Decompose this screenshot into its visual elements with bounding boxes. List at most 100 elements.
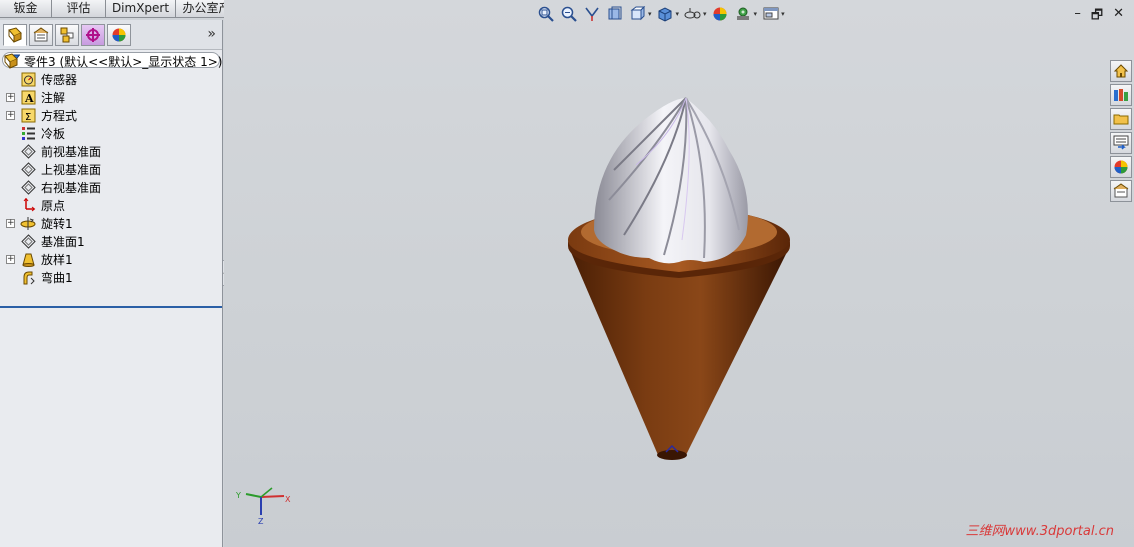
tree-item-label: 右视基准面 bbox=[41, 180, 102, 195]
plane-icon bbox=[20, 161, 36, 177]
tab-sheet-metal[interactable]: 钣金 bbox=[0, 0, 52, 18]
expand-toggle[interactable]: + bbox=[6, 254, 15, 264]
view-palette-icon bbox=[1113, 135, 1129, 150]
display-style-icon[interactable] bbox=[656, 5, 675, 23]
close-button[interactable]: ✕ bbox=[1113, 6, 1124, 28]
window-controls: – 🗗 ✕ bbox=[1074, 6, 1124, 28]
graphics-area[interactable]: ▾ ▾ ▾ ▾ ▾ – 🗗 ✕ Y X Z 三维网www.3dportal.cn bbox=[224, 0, 1134, 547]
tree-item-label: 原点 bbox=[41, 198, 66, 213]
material-icon bbox=[20, 125, 36, 141]
heads-up-view-toolbar: ▾ ▾ ▾ ▾ ▾ bbox=[536, 5, 785, 23]
tree-item-label: 弯曲1 bbox=[41, 270, 73, 285]
tab-evaluate[interactable]: 评估 bbox=[52, 0, 106, 18]
display-manager-icon bbox=[112, 28, 126, 41]
expand-toggle[interactable]: + bbox=[6, 110, 15, 120]
triad-y-label: Y bbox=[235, 491, 241, 500]
zoom-to-fit-icon[interactable] bbox=[536, 5, 555, 23]
plane-icon bbox=[20, 143, 36, 159]
apply-scene-icon[interactable] bbox=[734, 5, 753, 23]
previous-view-icon[interactable] bbox=[582, 5, 601, 23]
appearances-icon bbox=[1114, 160, 1128, 174]
tree-item-equations[interactable]: + Σ 方程式 bbox=[0, 106, 222, 124]
tree-item-front-plane[interactable]: 前视基准面 bbox=[0, 142, 222, 160]
ice-cream-model[interactable] bbox=[554, 90, 804, 470]
view-orientation-icon[interactable] bbox=[628, 5, 647, 23]
chevron-down-icon[interactable]: ▾ bbox=[754, 10, 758, 18]
restore-button[interactable]: 🗗 bbox=[1091, 6, 1103, 28]
file-explorer-tab[interactable] bbox=[1110, 108, 1132, 130]
tree-item-label: 上视基准面 bbox=[41, 162, 102, 177]
panel-tab-bar: » bbox=[0, 20, 222, 50]
tree-item-label: 传感器 bbox=[41, 72, 78, 87]
tree-item-loft1[interactable]: + 放样1 bbox=[0, 250, 222, 268]
command-manager-tabs: 钣金 评估 DimXpert 办公室产品 bbox=[0, 0, 250, 18]
triad-x-label: X bbox=[285, 495, 291, 504]
edit-appearance-icon[interactable] bbox=[711, 5, 730, 23]
tree-item-plane1[interactable]: 基准面1 bbox=[0, 232, 222, 250]
reference-triad: Y X Z bbox=[235, 487, 291, 526]
feature-tree: 零件3 (默认<<默认>_显示状态 1>) 传感器 + A 注解 + Σ 方程式… bbox=[0, 52, 222, 286]
svg-text:Σ: Σ bbox=[25, 112, 31, 123]
chevron-down-icon[interactable]: ▾ bbox=[648, 10, 652, 18]
tree-root-label: 零件3 (默认<<默认>_显示状态 1>) bbox=[24, 54, 223, 69]
chevron-down-icon[interactable]: ▾ bbox=[703, 10, 707, 18]
design-library-tab[interactable] bbox=[1110, 84, 1132, 106]
plane-icon bbox=[20, 179, 36, 195]
view-settings-icon[interactable] bbox=[761, 5, 780, 23]
solidworks-resources-tab[interactable] bbox=[1110, 60, 1132, 82]
view-palette-tab[interactable] bbox=[1110, 132, 1132, 154]
plane-icon bbox=[20, 233, 36, 249]
zoom-to-area-icon[interactable] bbox=[559, 5, 578, 23]
dimxpert-manager-icon bbox=[86, 27, 100, 42]
part-icon bbox=[3, 53, 19, 69]
tree-item-revolve1[interactable]: + 旋转1 bbox=[0, 214, 222, 232]
tab-dimxpert[interactable]: DimXpert bbox=[106, 0, 176, 18]
tree-item-label: 冷板 bbox=[41, 126, 66, 141]
property-manager-icon bbox=[33, 26, 49, 41]
chevron-down-icon[interactable]: ▾ bbox=[676, 10, 680, 18]
rollback-bar[interactable] bbox=[0, 306, 222, 308]
custom-properties-icon bbox=[1113, 183, 1129, 198]
feature-manager-icon bbox=[8, 26, 22, 43]
section-view-icon[interactable] bbox=[605, 5, 624, 23]
display-manager-tab[interactable] bbox=[107, 23, 131, 46]
minimize-button[interactable]: – bbox=[1074, 6, 1081, 28]
svg-text:A: A bbox=[24, 92, 34, 105]
loft-icon bbox=[20, 251, 36, 267]
tree-item-label: 旋转1 bbox=[41, 216, 73, 231]
task-pane-tabs bbox=[1110, 60, 1132, 202]
property-manager-tab[interactable] bbox=[29, 23, 53, 46]
site-watermark: 三维网www.3dportal.cn bbox=[965, 524, 1114, 539]
expand-toggle[interactable]: + bbox=[6, 218, 15, 228]
triad-z-label: Z bbox=[258, 517, 264, 526]
appearances-tab[interactable] bbox=[1110, 156, 1132, 178]
revolve-icon bbox=[20, 215, 36, 231]
tree-item-label: 前视基准面 bbox=[41, 144, 102, 159]
tree-item-origin[interactable]: 原点 bbox=[0, 196, 222, 214]
expand-toggle[interactable]: + bbox=[6, 92, 15, 102]
design-library-icon bbox=[1114, 89, 1128, 101]
tree-item-right-plane[interactable]: 右视基准面 bbox=[0, 178, 222, 196]
tree-item-annotations[interactable]: + A 注解 bbox=[0, 88, 222, 106]
tree-item-sensors[interactable]: 传感器 bbox=[0, 70, 222, 88]
configuration-manager-icon bbox=[60, 27, 74, 42]
tree-item-label: 注解 bbox=[41, 90, 66, 105]
configuration-manager-tab[interactable] bbox=[55, 23, 79, 46]
feature-manager-tab[interactable] bbox=[3, 23, 27, 46]
annotation-icon: A bbox=[20, 89, 36, 105]
dimxpert-manager-tab[interactable] bbox=[81, 23, 105, 46]
hide-show-items-icon[interactable] bbox=[683, 5, 702, 23]
folder-icon bbox=[1113, 114, 1129, 125]
tree-root-part[interactable]: 零件3 (默认<<默认>_显示状态 1>) bbox=[0, 52, 222, 70]
tree-item-flex1[interactable]: 弯曲1 bbox=[0, 268, 222, 286]
tree-item-label: 基准面1 bbox=[41, 234, 85, 249]
custom-properties-tab[interactable] bbox=[1110, 180, 1132, 202]
flex-icon bbox=[20, 269, 36, 285]
expand-panel-button[interactable]: » bbox=[207, 26, 216, 42]
tree-item-top-plane[interactable]: 上视基准面 bbox=[0, 160, 222, 178]
chevron-down-icon[interactable]: ▾ bbox=[781, 10, 785, 18]
sensor-icon bbox=[20, 71, 36, 87]
tree-item-label: 方程式 bbox=[41, 108, 78, 123]
tree-item-material[interactable]: 冷板 bbox=[0, 124, 222, 142]
origin-icon bbox=[20, 197, 36, 213]
